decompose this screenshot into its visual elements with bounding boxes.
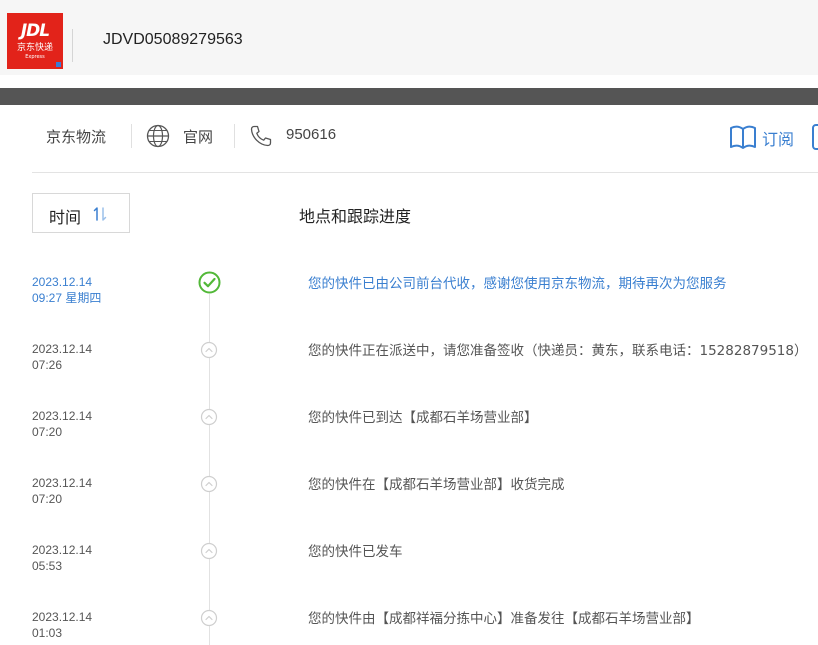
event-description: 您的快件正在派送中，请您准备签收（快递员：黄东，联系电话：15282879518… bbox=[308, 343, 808, 359]
time-sort-button[interactable]: 时间 bbox=[32, 193, 130, 233]
nav-divider bbox=[131, 124, 132, 148]
event-time: 05:53 bbox=[32, 559, 63, 573]
event-description: 您的快件在【成都石羊场营业部】收货完成 bbox=[308, 477, 565, 493]
timeline-row: 2023.12.14 07:20 您的快件在【成都石羊场营业部】收货完成 bbox=[0, 475, 818, 525]
dark-banner-bar bbox=[0, 88, 818, 105]
hotline-number[interactable]: 950616 bbox=[286, 126, 336, 143]
nav-bar bbox=[0, 105, 818, 173]
nav-divider bbox=[234, 124, 235, 148]
timeline-row: 2023.12.14 05:53 您的快件已发车 bbox=[0, 542, 818, 592]
tracking-number: JDVD05089279563 bbox=[103, 31, 243, 48]
timeline-row: 2023.12.14 07:20 您的快件已到达【成都石羊场营业部】 bbox=[0, 408, 818, 458]
chevron-up-circle-icon bbox=[200, 609, 218, 627]
event-time: 07:20 bbox=[32, 425, 63, 439]
event-description: 您的快件已到达【成都石羊场营业部】 bbox=[308, 410, 538, 426]
event-description: 您的快件由【成都祥福分拣中心】准备发往【成都石羊场营业部】 bbox=[308, 611, 700, 627]
event-date: 2023.12.14 bbox=[32, 342, 93, 356]
event-date: 2023.12.14 bbox=[32, 409, 93, 423]
event-date: 2023.12.14 bbox=[32, 543, 93, 557]
progress-column-header: 地点和跟踪进度 bbox=[299, 207, 412, 226]
logo-corner-mark bbox=[56, 62, 61, 67]
logo-subtitle: 京东快递 bbox=[16, 43, 53, 53]
header-divider bbox=[72, 29, 73, 62]
chevron-up-circle-icon bbox=[200, 475, 218, 493]
timeline-row: 2023.12.14 01:03 您的快件由【成都祥福分拣中心】准备发往【成都石… bbox=[0, 609, 818, 645]
logo-tagline: Express bbox=[25, 54, 45, 60]
event-date: 2023.12.14 bbox=[32, 476, 93, 490]
event-description: 您的快件已由公司前台代收，感谢您使用京东物流，期待再次为您服务 bbox=[308, 276, 727, 292]
share-icon[interactable] bbox=[812, 124, 818, 150]
event-time: 07:26 bbox=[32, 358, 63, 372]
event-time: 01:03 bbox=[32, 626, 63, 640]
timeline-row: 2023.12.14 09:27 星期四 您的快件已由公司前台代收，感谢您使用京… bbox=[0, 271, 818, 324]
sort-arrows-icon bbox=[93, 207, 107, 221]
nav-brand-link[interactable]: 京东物流 bbox=[46, 126, 106, 147]
check-circle-icon bbox=[198, 271, 221, 294]
book-icon[interactable] bbox=[729, 124, 757, 150]
phone-icon[interactable] bbox=[249, 124, 273, 148]
chevron-up-circle-icon bbox=[200, 542, 218, 560]
event-description: 您的快件已发车 bbox=[308, 544, 403, 560]
jdl-logo[interactable]: JDL 京东快递 Express bbox=[7, 13, 63, 69]
event-date: 2023.12.14 bbox=[32, 275, 93, 289]
logo-brand: JDL bbox=[20, 21, 50, 41]
chevron-up-circle-icon bbox=[200, 408, 218, 426]
subscribe-button[interactable]: 订阅 bbox=[762, 126, 794, 150]
timeline-row: 2023.12.14 07:26 您的快件正在派送中，请您准备签收（快递员：黄东… bbox=[0, 341, 818, 391]
sort-label: 时间 bbox=[49, 208, 82, 227]
event-time: 09:27 星期四 bbox=[32, 291, 102, 305]
official-site-link[interactable]: 官网 bbox=[183, 126, 213, 147]
event-date: 2023.12.14 bbox=[32, 610, 93, 624]
chevron-up-circle-icon bbox=[200, 341, 218, 359]
globe-icon[interactable] bbox=[146, 124, 170, 148]
nav-divider-line bbox=[32, 172, 818, 173]
event-time: 07:20 bbox=[32, 492, 63, 506]
top-header: JDL 京东快递 Express JDVD05089279563 bbox=[0, 0, 818, 75]
